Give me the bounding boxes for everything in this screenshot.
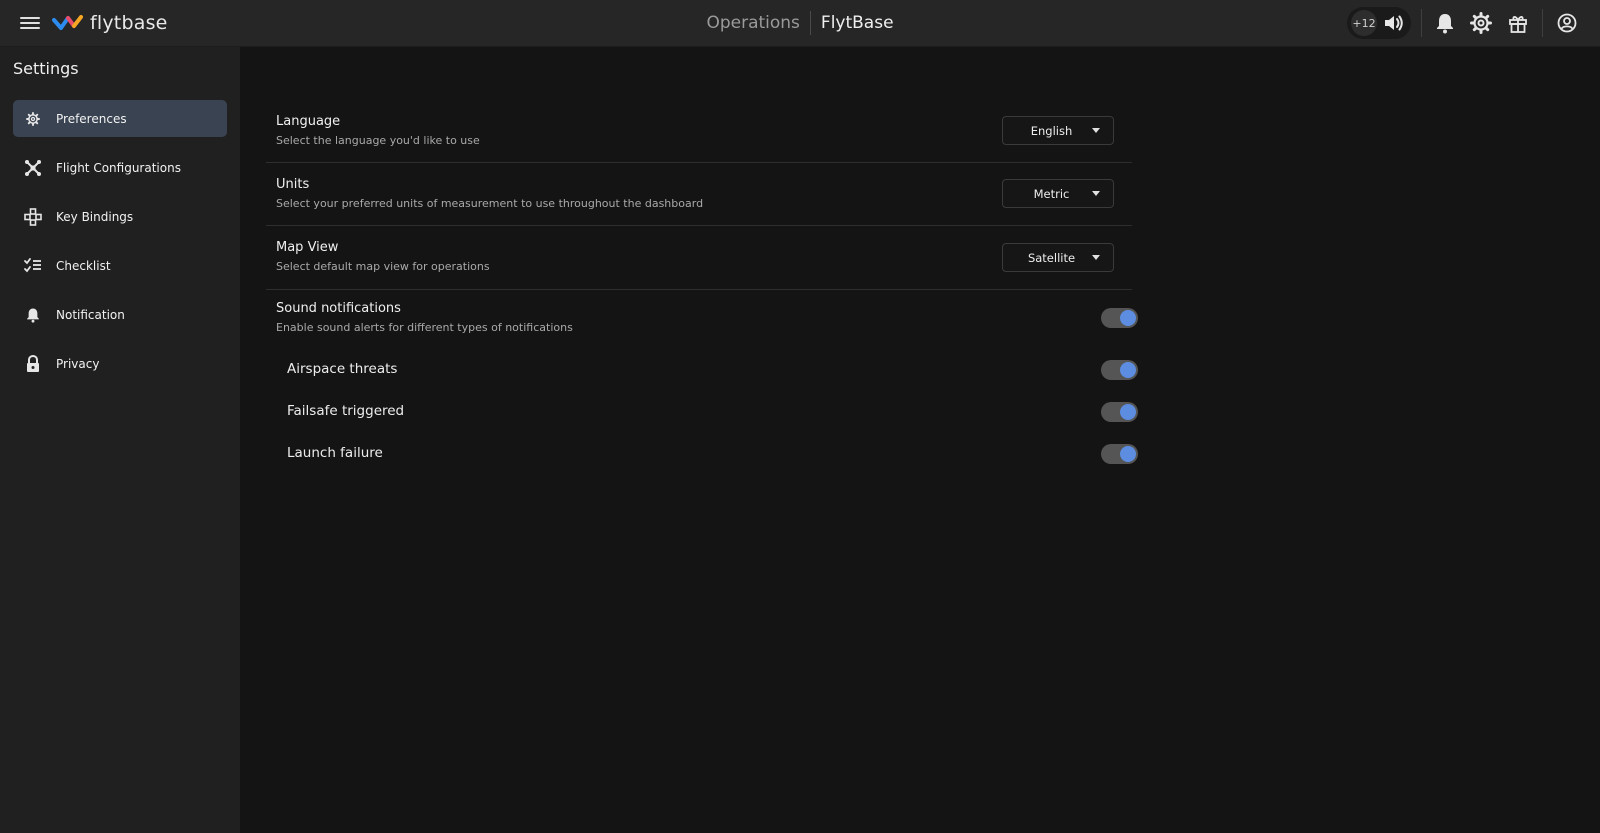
sidebar-item-notification[interactable]: Notification (13, 296, 227, 333)
flytbase-logo-icon (52, 15, 83, 30)
chevron-down-icon (1092, 191, 1100, 196)
launch-failure-label: Launch failure (287, 445, 383, 461)
map-view-select[interactable]: Satellite (1002, 243, 1114, 272)
row-divider (266, 162, 1132, 163)
brand-logo[interactable]: flytbase (52, 11, 168, 35)
units-select[interactable]: Metric (1002, 179, 1114, 208)
menu-icon[interactable] (20, 14, 40, 32)
gear-icon (24, 110, 42, 128)
setting-title: Map View (276, 240, 339, 255)
bell-icon (24, 306, 42, 324)
setting-title: Sound notifications (276, 301, 401, 316)
volume-badge: +12 (1351, 10, 1377, 36)
user-avatar-icon[interactable] (1556, 12, 1578, 34)
sidebar-item-preferences[interactable]: Preferences (13, 100, 227, 137)
brand-name: flytbase (90, 12, 168, 34)
chevron-down-icon (1092, 255, 1100, 260)
sidebar-item-privacy[interactable]: Privacy (13, 345, 227, 382)
sidebar-item-label: Checklist (56, 258, 111, 273)
sidebar-title: Settings (13, 59, 79, 78)
chevron-down-icon (1092, 128, 1100, 133)
airspace-threats-label: Airspace threats (287, 361, 398, 377)
select-value: Satellite (1027, 250, 1076, 265)
row-divider (266, 225, 1132, 226)
map-view-setting: Map View Select default map view for ope… (266, 236, 1132, 288)
lock-icon (24, 354, 42, 373)
toolbar-divider (1542, 9, 1543, 37)
sidebar-item-label: Preferences (56, 111, 127, 126)
language-setting: Language Select the language you'd like … (266, 110, 1132, 162)
sidebar-item-checklist[interactable]: Checklist (13, 247, 227, 284)
sound-notifications-setting: Sound notifications Enable sound alerts … (266, 298, 1132, 338)
sidebar-item-label: Notification (56, 307, 125, 322)
key-bindings-icon (24, 207, 42, 226)
setting-description: Enable sound alerts for different types … (276, 321, 573, 334)
volume-control[interactable]: +12 (1347, 7, 1411, 39)
sidebar-item-label: Privacy (56, 356, 100, 371)
toggle-knob (1120, 404, 1136, 420)
toolbar-divider (1421, 9, 1422, 37)
organization-title[interactable]: FlytBase (811, 13, 894, 33)
setting-description: Select default map view for operations (276, 260, 490, 273)
select-value: English (1030, 123, 1073, 138)
failsafe-triggered-toggle[interactable] (1101, 402, 1138, 422)
toggle-knob (1120, 310, 1136, 326)
row-divider (266, 289, 1132, 290)
language-select[interactable]: English (1002, 116, 1114, 145)
sidebar-item-flight-configurations[interactable]: Flight Configurations (13, 149, 227, 186)
gear-icon[interactable] (1470, 12, 1492, 34)
failsafe-triggered-label: Failsafe triggered (287, 403, 405, 419)
top-bar: flytbase Operations FlytBase +12 (0, 0, 1600, 47)
select-value: Metric (1033, 186, 1070, 201)
units-setting: Units Select your preferred units of mea… (266, 173, 1132, 225)
settings-sidebar: Settings Preferences Flight Configuratio… (0, 47, 240, 833)
launch-failure-toggle[interactable] (1101, 444, 1138, 464)
gift-icon[interactable] (1507, 12, 1529, 34)
section-title: Operations (706, 13, 800, 33)
setting-description: Select your preferred units of measureme… (276, 197, 704, 210)
toggle-knob (1120, 362, 1136, 378)
sidebar-item-label: Key Bindings (56, 209, 134, 224)
checklist-icon (24, 257, 42, 275)
sidebar-item-key-bindings[interactable]: Key Bindings (13, 198, 227, 235)
airspace-threats-toggle[interactable] (1101, 360, 1138, 380)
volume-icon[interactable] (1383, 13, 1405, 33)
setting-description: Select the language you'd like to use (276, 134, 480, 147)
bell-icon[interactable] (1434, 12, 1456, 34)
drone-icon (24, 159, 42, 177)
setting-title: Language (276, 114, 341, 129)
setting-title: Units (276, 177, 310, 192)
sound-notifications-toggle[interactable] (1101, 308, 1138, 328)
toggle-knob (1120, 446, 1136, 462)
sidebar-item-label: Flight Configurations (56, 160, 181, 175)
